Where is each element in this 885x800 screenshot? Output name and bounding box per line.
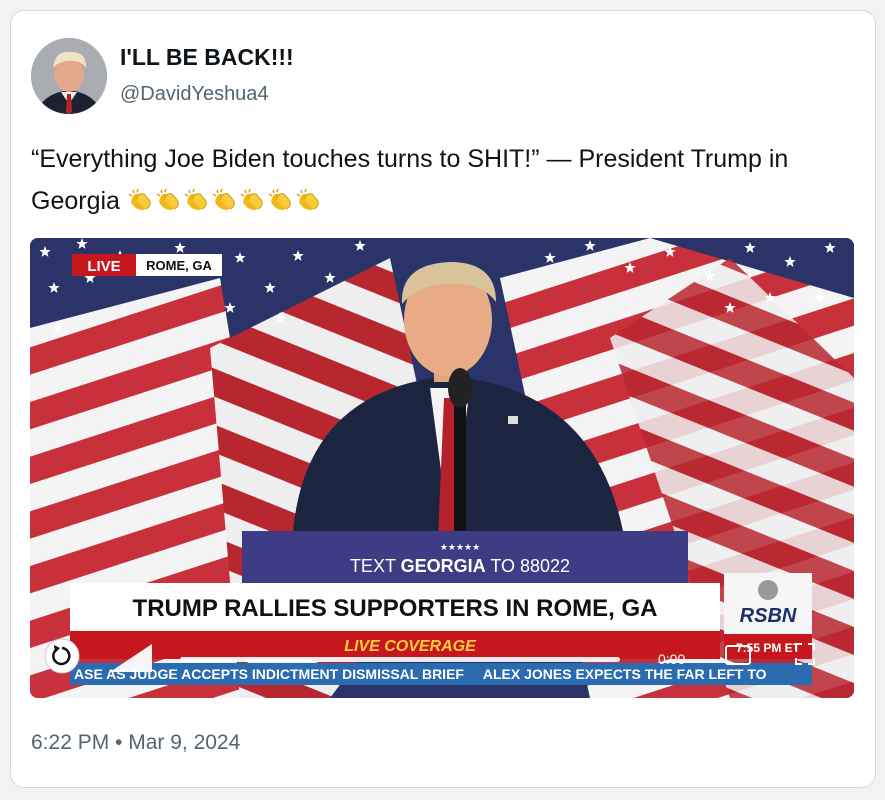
ticker-text: ASE AS JUDGE ACCEPTS INDICTMENT DISMISSA…	[74, 666, 767, 682]
clapping-hands-icon	[156, 188, 179, 210]
profile-photo	[31, 38, 107, 114]
avatar[interactable]	[31, 38, 107, 114]
tweet-card[interactable]: I'LL BE BACK!!! @DavidYeshua4 “Everythin…	[10, 10, 876, 788]
video-frame: ★★★★★ TEXT GEORGIA TO 88022 LIVE ROME, G…	[30, 238, 854, 698]
player-time: 0:00	[658, 651, 685, 667]
podium-text-suffix: TO 88022	[486, 556, 570, 576]
display-name[interactable]: I'LL BE BACK!!!	[120, 44, 294, 71]
tweet-text: “Everything Joe Biden touches turns to S…	[31, 138, 851, 222]
video-player[interactable]: ★★★★★ TEXT GEORGIA TO 88022 LIVE ROME, G…	[30, 238, 854, 698]
podium-stars: ★★★★★	[440, 542, 480, 552]
emoji-row	[127, 187, 323, 215]
live-badge-label: LIVE	[87, 258, 120, 275]
progress-bar[interactable]	[180, 657, 620, 662]
replay-button[interactable]	[44, 638, 80, 674]
network-logo: RSBN	[740, 605, 797, 627]
clapping-hands-icon	[240, 188, 263, 210]
clapping-hands-icon	[128, 188, 151, 210]
live-coverage-label: LIVE COVERAGE	[344, 638, 477, 655]
podium-text-prefix: TEXT	[350, 556, 401, 576]
clapping-hands-icon	[184, 188, 207, 210]
tweet-timestamp[interactable]: 6:22 PM • Mar 9, 2024	[31, 731, 240, 755]
user-handle[interactable]: @DavidYeshua4	[120, 83, 269, 106]
podium-text: TEXT GEORGIA TO 88022	[350, 556, 570, 576]
clapping-hands-icon	[296, 188, 319, 210]
location-label: ROME, GA	[146, 258, 212, 273]
podium-text-bold: GEORGIA	[401, 556, 486, 576]
clapping-hands-icon	[212, 188, 235, 210]
network-time: 7:55 PM ET	[736, 641, 801, 655]
microphone-icon	[758, 580, 778, 600]
clapping-hands-icon	[268, 188, 291, 210]
headline: TRUMP RALLIES SUPPORTERS IN ROME, GA	[133, 595, 658, 622]
